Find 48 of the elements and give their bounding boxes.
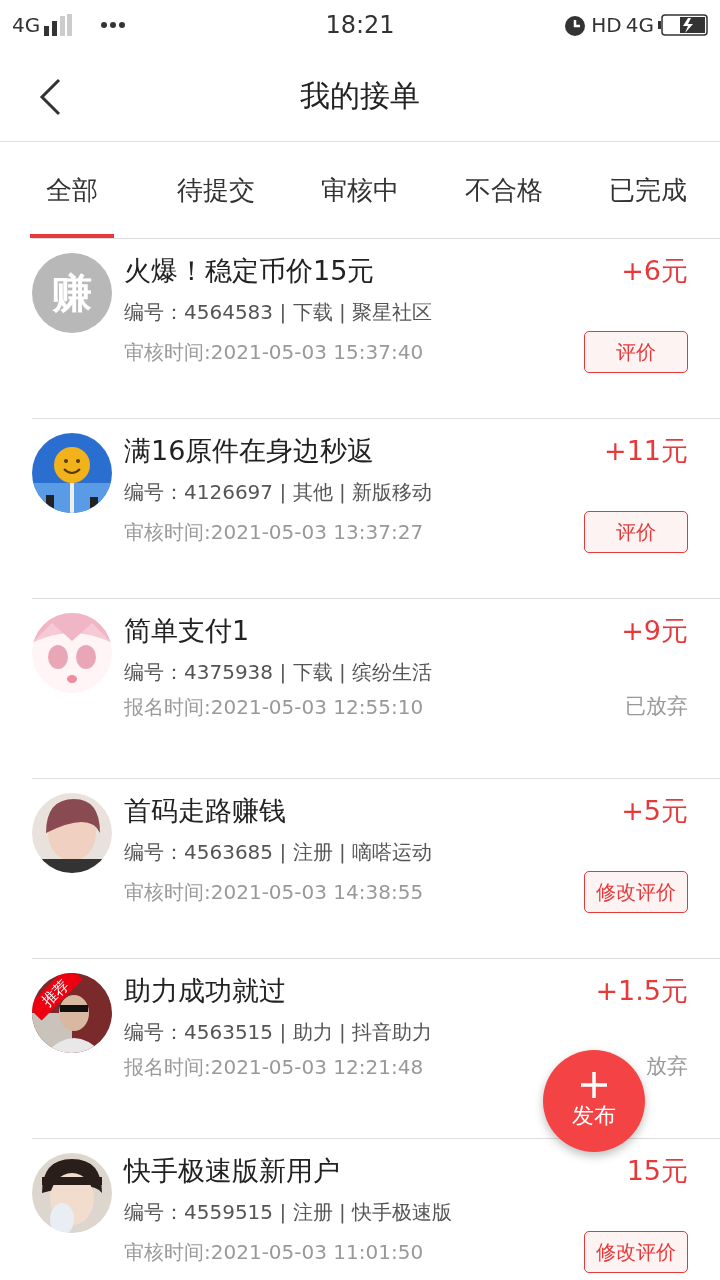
order-time: 审核时间:2021-05-03 14:38:55 <box>124 879 424 906</box>
signal-icon <box>44 14 73 36</box>
publish-button[interactable]: 发布 <box>543 1050 645 1152</box>
order-info: 编号：4563685 | 注册 | 嘀嗒运动 <box>124 839 433 866</box>
order-info: 编号：4564583 | 下载 | 聚星社区 <box>124 299 433 326</box>
avatar: 赚 <box>32 253 112 333</box>
review-button[interactable]: 评价 <box>584 511 688 553</box>
order-title: 首码走路赚钱 <box>124 794 286 828</box>
back-icon[interactable] <box>38 78 62 116</box>
network-label: 4G <box>12 12 41 39</box>
tab[interactable]: 待提交 <box>144 142 288 238</box>
order-info: 编号：4563515 | 助力 | 抖音助力 <box>124 1019 433 1046</box>
order-title: 简单支付1 <box>124 614 250 648</box>
order-info: 编号：4559515 | 注册 | 快手极速版 <box>124 1199 453 1226</box>
order-info: 编号：4375938 | 下载 | 缤纷生活 <box>124 659 433 686</box>
order-title: 快手极速版新用户 <box>124 1154 340 1188</box>
order-info: 编号：4126697 | 其他 | 新版移动 <box>124 479 433 506</box>
review-button[interactable]: 评价 <box>584 331 688 373</box>
tab[interactable]: 全部 <box>0 142 144 238</box>
alarm-icon <box>563 13 588 37</box>
tab[interactable]: 不合格 <box>432 142 576 238</box>
reward-amount: +11元 <box>604 434 688 468</box>
clock: 18:21 <box>324 10 396 41</box>
page-title: 我的接单 <box>300 77 420 115</box>
review-button[interactable]: 修改评价 <box>584 871 688 913</box>
plus-icon <box>580 1070 608 1099</box>
reward-amount: +6元 <box>621 254 688 288</box>
tab[interactable]: 已完成 <box>576 142 720 238</box>
battery-icon <box>658 14 708 36</box>
review-button[interactable]: 修改评价 <box>584 1231 688 1273</box>
order-title: 满16原件在身边秒返 <box>124 434 375 468</box>
order-time: 审核时间:2021-05-03 11:01:50 <box>124 1239 424 1266</box>
order-status: 已放弃 <box>625 693 688 720</box>
order-time: 审核时间:2021-05-03 13:37:27 <box>124 519 424 546</box>
order-time: 审核时间:2021-05-03 15:37:40 <box>124 339 424 366</box>
reward-amount: +1.5元 <box>595 974 688 1008</box>
tab[interactable]: 审核中 <box>288 142 432 238</box>
reward-amount: +9元 <box>621 614 688 648</box>
reward-amount: 15元 <box>626 1154 688 1188</box>
reward-amount: +5元 <box>621 794 688 828</box>
order-status: 放弃 <box>646 1053 688 1080</box>
order-title: 助力成功就过 <box>124 974 286 1008</box>
order-title: 火爆！稳定币价15元 <box>124 254 375 288</box>
order-time: 报名时间:2021-05-03 12:55:10 <box>124 693 424 721</box>
hd-label: HD <box>591 12 622 39</box>
more-icon <box>100 21 127 29</box>
order-time: 报名时间:2021-05-03 12:21:48 <box>124 1053 424 1081</box>
network-label: 4G <box>625 12 654 39</box>
